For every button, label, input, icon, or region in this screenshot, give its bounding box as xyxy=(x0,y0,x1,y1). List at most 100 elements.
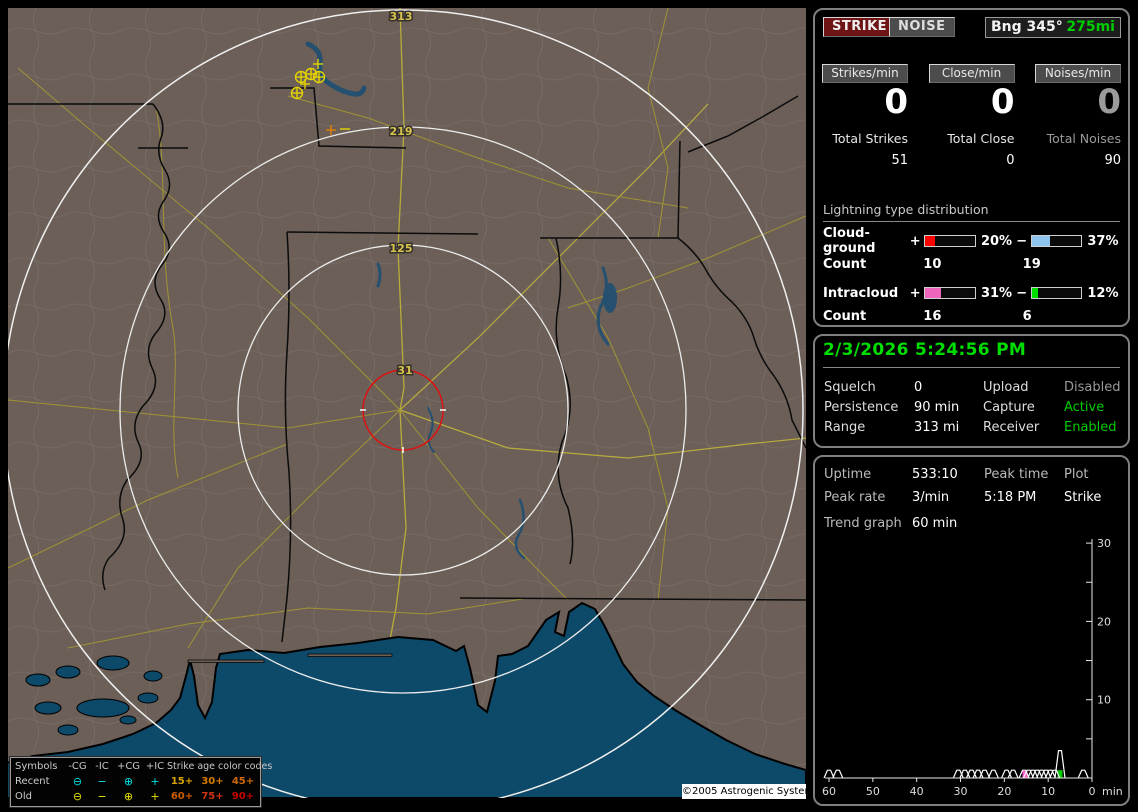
noise-toggle-button[interactable]: NOISE xyxy=(889,17,955,37)
bearing-value: Bng 345° xyxy=(991,19,1063,35)
svg-text:min: min xyxy=(1102,785,1123,798)
age-15: 15+ xyxy=(170,776,194,787)
svg-text:10: 10 xyxy=(1097,694,1111,707)
strikes-per-min-value: 0 xyxy=(884,82,908,122)
strike-circle-plus xyxy=(312,70,326,84)
settings-row: Squelch 0 Upload Disabled xyxy=(824,377,1122,397)
total-strikes-value: 51 xyxy=(891,153,908,168)
cg-negative-bar xyxy=(1030,235,1083,247)
strike-toggle-button[interactable]: STRIKE xyxy=(823,17,897,37)
strikes-per-min-button[interactable]: Strikes/min xyxy=(822,64,908,83)
peak-time-value: 5:18 PM xyxy=(984,490,1037,505)
noises-per-min-button[interactable]: Noises/min xyxy=(1035,64,1121,83)
minus-sign: − xyxy=(1016,285,1028,301)
persistence-label: Persistence xyxy=(824,399,899,415)
stats-row: Uptime 533:10 Peak time Plot xyxy=(824,463,1122,486)
cloud-ground-row: Cloud-ground + 20% − 37% xyxy=(823,226,1122,256)
ic-positive-bar xyxy=(924,287,976,299)
age-75: 75+ xyxy=(201,791,224,802)
persistence-value: 90 min xyxy=(914,399,960,415)
map-legend: Symbols -CG -IC +CG +IC Strike age color… xyxy=(9,756,273,808)
age-45: 45+ xyxy=(231,776,255,787)
ic-negative-count: 6 xyxy=(1022,309,1032,324)
ring-label-219: 219 xyxy=(390,125,413,138)
minus-sign: − xyxy=(1016,233,1028,249)
lightning-map[interactable]: 313 219 125 31 Symbols -CG -IC +CG +IC S… xyxy=(8,8,820,808)
total-close-value: 0 xyxy=(1006,153,1015,168)
age-30: 30+ xyxy=(201,776,224,787)
intracloud-count-row: Count 16 6 xyxy=(823,309,1122,327)
minus-icon: − xyxy=(97,775,107,788)
cloud-ground-count-row: Count 10 19 xyxy=(823,257,1122,275)
squelch-label: Squelch xyxy=(824,379,876,395)
trend-graph: 10 20 30 60 50 40 30 20 10 0 min xyxy=(822,537,1123,798)
strikes-column: Strikes/min 0 Total Strikes 51 xyxy=(822,64,908,168)
trend-graph-label: Trend graph xyxy=(824,516,902,531)
total-noises-label: Total Noises xyxy=(1046,131,1121,146)
cloud-ground-label: Cloud-ground xyxy=(823,226,876,256)
strike-counter-panel: STRIKE NOISE Bng 345° 275mi Strikes/min … xyxy=(813,8,1130,327)
close-per-min-button[interactable]: Close/min xyxy=(928,64,1015,83)
svg-text:50: 50 xyxy=(866,785,880,798)
peak-rate-label: Peak rate xyxy=(824,490,886,505)
circled-minus-icon: ⊖ xyxy=(72,790,83,803)
circled-minus-icon: ⊖ xyxy=(72,775,83,788)
settings-row: Range 313 mi Receiver Enabled xyxy=(824,417,1122,437)
age-90: 90+ xyxy=(231,791,255,802)
cg-negative-pct: 37% xyxy=(1087,233,1119,249)
rate-counters: Strikes/min 0 Total Strikes 51 Close/min… xyxy=(822,64,1121,168)
peak-rate-value: 3/min xyxy=(912,490,950,505)
legend-row-recent-label: Recent xyxy=(15,776,50,787)
bearing-readout: Bng 345° 275mi xyxy=(985,17,1121,38)
svg-text:60: 60 xyxy=(822,785,836,798)
intracloud-row: Intracloud + 31% − 12% xyxy=(823,283,1122,303)
legend-symbols-header: Symbols xyxy=(15,761,58,772)
stats-row: Peak rate 3/min 5:18 PM Strike xyxy=(824,486,1122,509)
ic-negative-bar xyxy=(1030,287,1083,299)
legend-row-old-label: Old xyxy=(15,791,32,802)
circled-plus-icon: ⊕ xyxy=(123,775,134,788)
ic-negative-pct: 12% xyxy=(1087,285,1119,301)
ic-positive-pct: 31% xyxy=(980,285,1013,301)
ring-label-31: 31 xyxy=(397,364,412,377)
total-noises-value: 90 xyxy=(1104,153,1121,168)
cg-negative-count: 19 xyxy=(1022,257,1041,272)
capture-label: Capture xyxy=(983,399,1035,415)
minus-icon: − xyxy=(97,790,107,803)
status-panel: 2/3/2026 5:24:56 PM Squelch 0 Upload Dis… xyxy=(813,334,1130,448)
upload-status: Disabled xyxy=(1064,379,1121,395)
total-strikes-label: Total Strikes xyxy=(832,131,908,146)
svg-text:10: 10 xyxy=(1041,785,1055,798)
ring-label-313: 313 xyxy=(390,10,413,23)
svg-text:20: 20 xyxy=(997,785,1011,798)
bearing-distance: 275mi xyxy=(1066,19,1115,35)
settings-row: Persistence 90 min Capture Active xyxy=(824,397,1122,417)
uptime-value: 533:10 xyxy=(912,467,958,482)
lake xyxy=(603,283,617,313)
total-close-label: Total Close xyxy=(947,131,1015,146)
uptime-label: Uptime xyxy=(824,467,872,482)
ring-label-125: 125 xyxy=(390,242,413,255)
legend-age-header: Strike age color codes xyxy=(167,761,273,772)
svg-text:30: 30 xyxy=(954,785,968,798)
svg-text:0: 0 xyxy=(1089,785,1096,798)
datetime-display: 2/3/2026 5:24:56 PM xyxy=(823,340,1120,368)
strike-circle-plus xyxy=(290,86,304,100)
receiver-status: Enabled xyxy=(1064,419,1117,435)
legend-col-pos-ic: +IC xyxy=(145,761,165,772)
map-canvas: 313 219 125 31 xyxy=(8,8,806,798)
copyright-notice: ©2005 Astrogenic Systems xyxy=(682,784,820,799)
peak-time-label: Peak time xyxy=(984,467,1049,482)
squelch-value: 0 xyxy=(914,379,923,395)
stats-grid: Uptime 533:10 Peak time Plot Peak rate 3… xyxy=(824,463,1122,509)
plot-label: Plot xyxy=(1064,467,1089,482)
legend-col-pos-cg: +CG xyxy=(116,761,141,772)
svg-text:40: 40 xyxy=(910,785,924,798)
circled-plus-icon: ⊕ xyxy=(123,790,134,803)
plot-mode-value: Strike xyxy=(1064,490,1102,505)
plus-icon: + xyxy=(150,775,160,788)
trend-graph-window: 60 min xyxy=(912,516,958,531)
ic-positive-count: 16 xyxy=(923,309,942,324)
upload-label: Upload xyxy=(983,379,1029,395)
intracloud-label: Intracloud xyxy=(823,285,899,301)
